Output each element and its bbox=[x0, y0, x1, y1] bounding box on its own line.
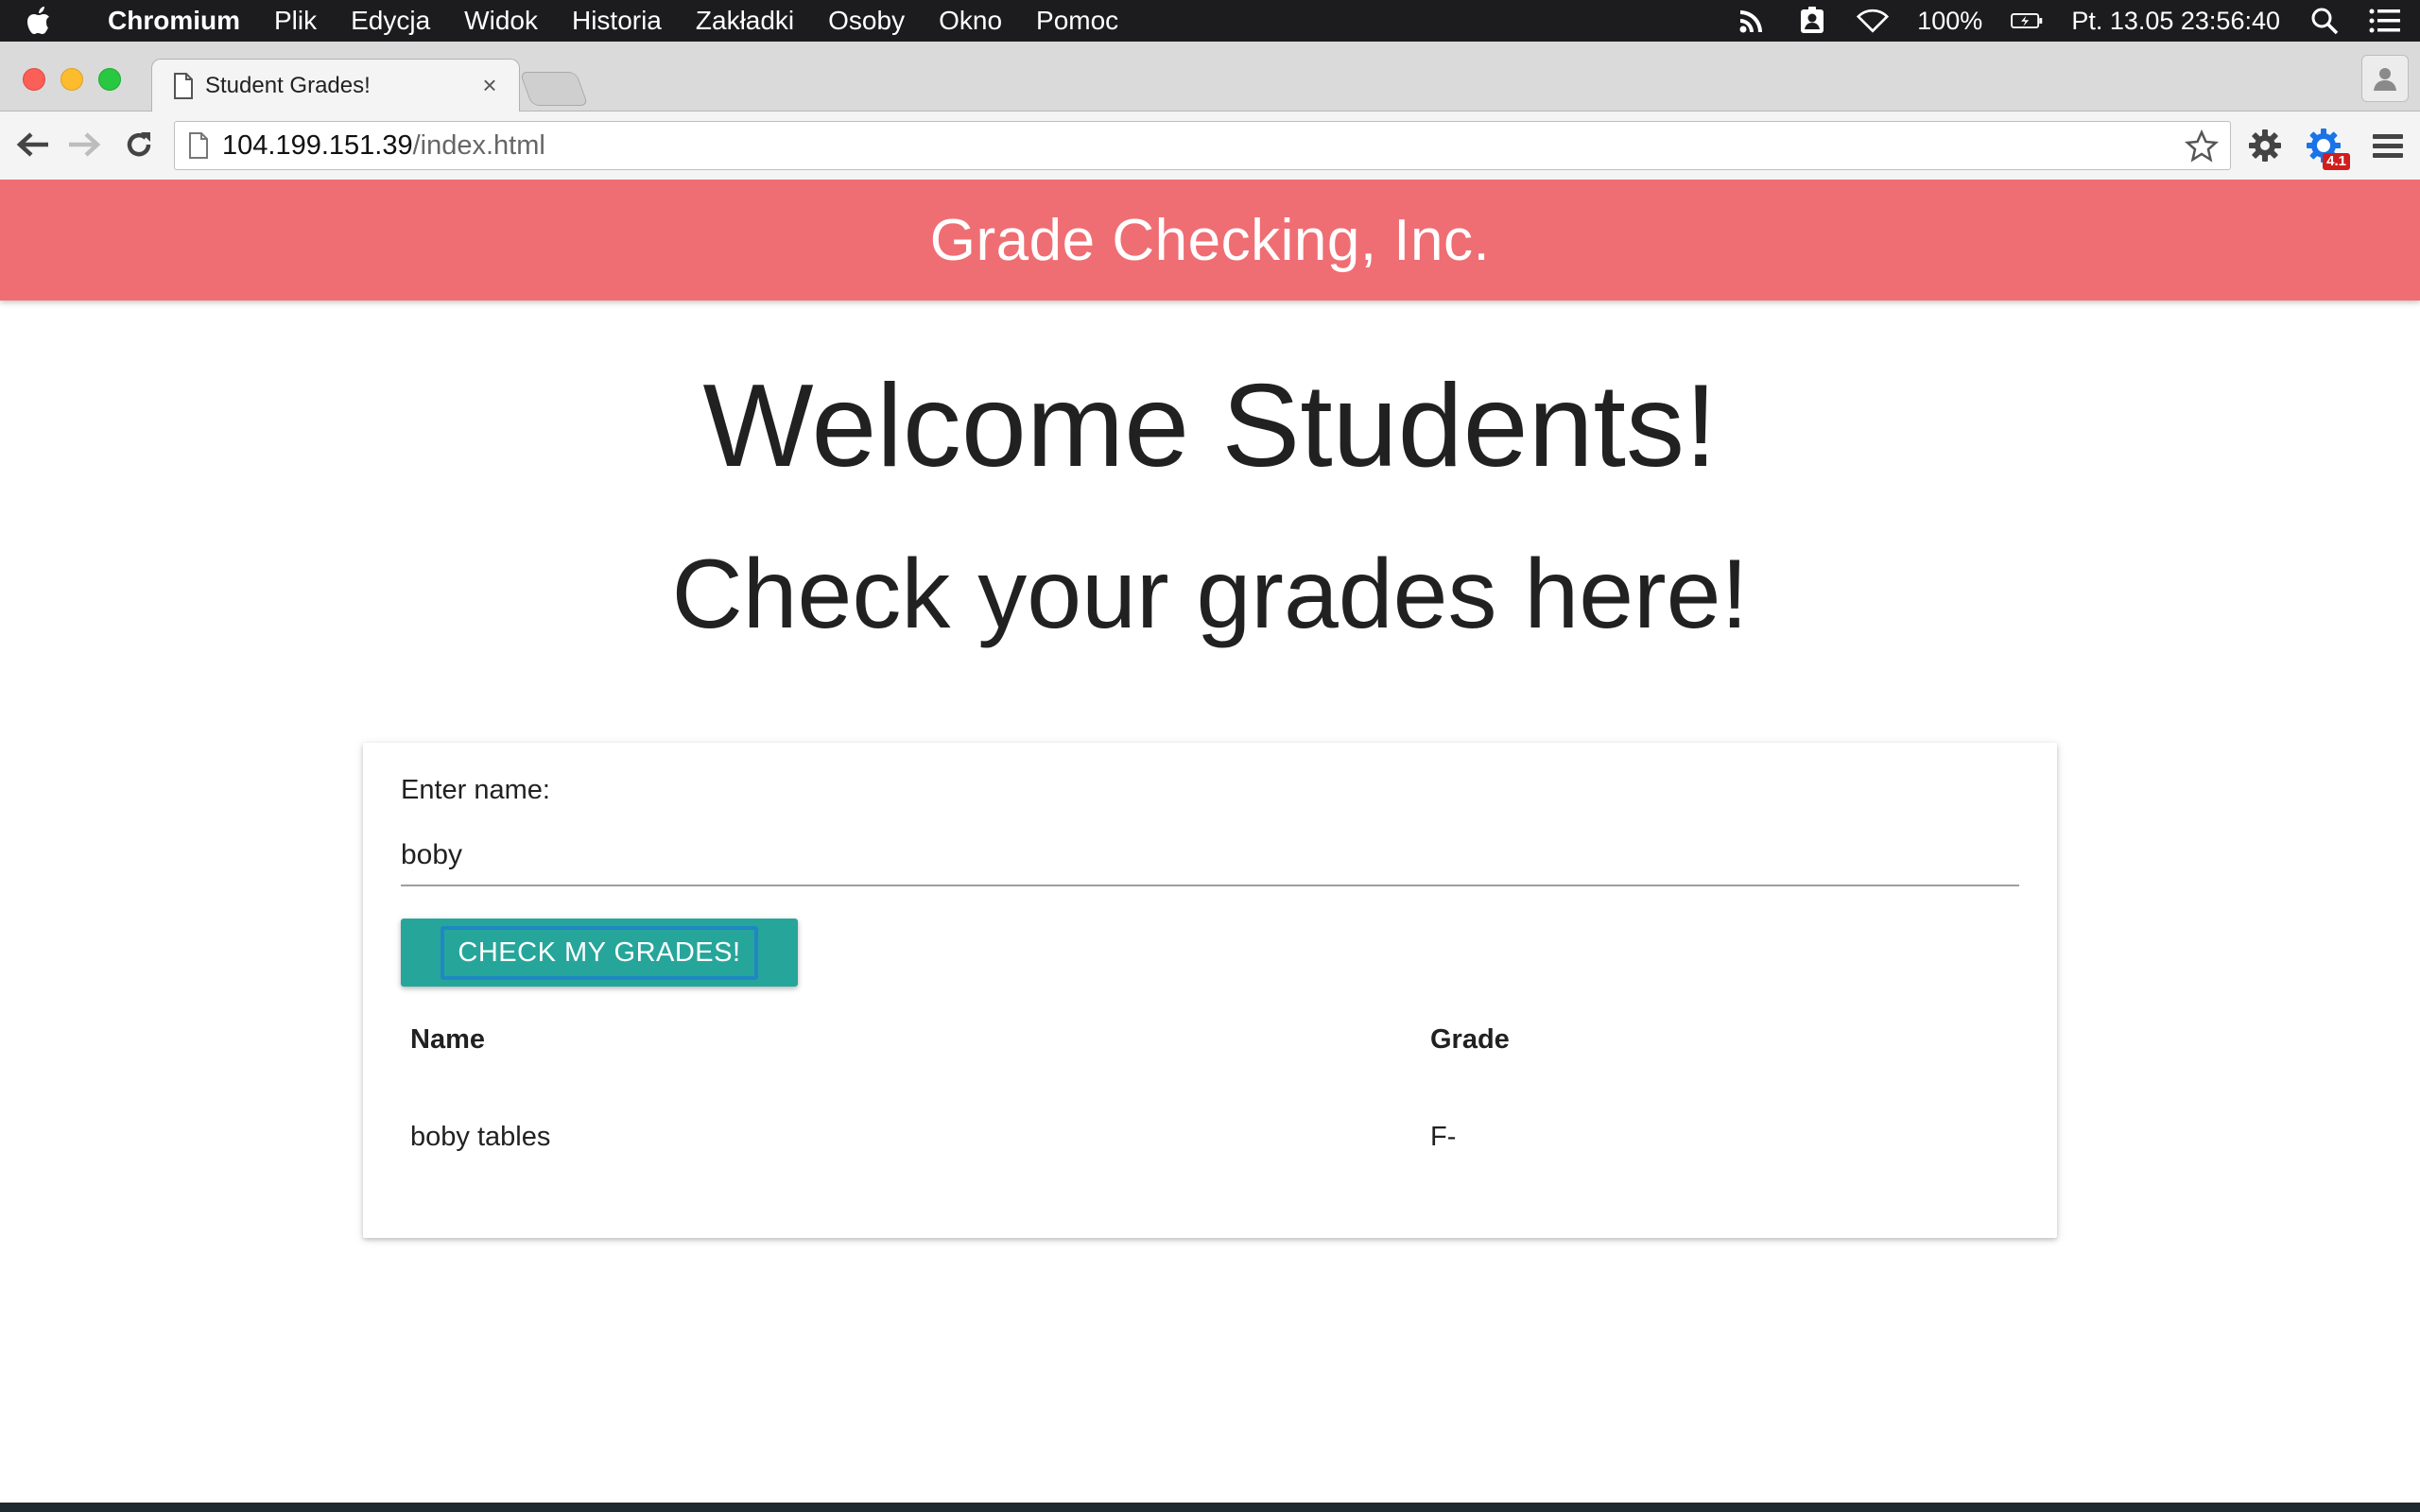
window-controls bbox=[23, 68, 121, 91]
browser-chrome: Student Grades! × 104.199.151.39/index.h… bbox=[0, 42, 2420, 180]
grades-card: Enter name: CHECK MY GRADES! Name Grade … bbox=[363, 743, 2057, 1238]
table-row: boby tables F- bbox=[401, 1093, 2019, 1181]
browser-toolbar: 104.199.151.39/index.html 4.1 bbox=[0, 112, 2420, 180]
table-header-row: Name Grade bbox=[401, 1007, 2019, 1093]
settings-gear-icon[interactable] bbox=[2244, 125, 2286, 166]
menu-widok[interactable]: Widok bbox=[464, 6, 538, 36]
page-icon bbox=[189, 132, 208, 159]
menu-okno[interactable]: Okno bbox=[939, 6, 1002, 36]
profile-icon[interactable] bbox=[2361, 55, 2409, 102]
forward-arrow-icon[interactable] bbox=[64, 125, 104, 164]
back-arrow-icon[interactable] bbox=[13, 125, 53, 164]
menu-edycja[interactable]: Edycja bbox=[351, 6, 430, 36]
check-grades-button-label: CHECK MY GRADES! bbox=[441, 925, 758, 980]
menu-pomoc[interactable]: Pomoc bbox=[1036, 6, 1118, 36]
page-viewport: Grade Checking, Inc. Welcome Students! C… bbox=[0, 180, 2420, 1503]
maximize-window-button[interactable] bbox=[98, 68, 121, 91]
reload-icon[interactable] bbox=[119, 125, 159, 164]
name-field-label: Enter name: bbox=[401, 775, 550, 805]
contacts-icon[interactable] bbox=[1796, 5, 1828, 37]
brand-title[interactable]: Grade Checking, Inc. bbox=[930, 207, 1490, 274]
subtitle-heading: Check your grades here! bbox=[671, 540, 1749, 649]
welcome-heading: Welcome Students! bbox=[702, 361, 1718, 491]
menu-plik[interactable]: Plik bbox=[274, 6, 317, 36]
column-header-name: Name bbox=[410, 1024, 485, 1055]
menu-historia[interactable]: Historia bbox=[572, 6, 662, 36]
spotlight-search-icon[interactable] bbox=[2308, 5, 2341, 37]
battery-icon[interactable] bbox=[2011, 5, 2043, 37]
page-icon bbox=[174, 73, 193, 99]
wifi-icon[interactable] bbox=[1857, 5, 1890, 37]
name-input[interactable] bbox=[401, 826, 2019, 886]
grades-table: Name Grade boby tables F- bbox=[401, 1007, 2019, 1181]
tab-title: Student Grades! bbox=[205, 73, 371, 98]
site-header: Grade Checking, Inc. bbox=[0, 180, 2420, 301]
column-header-grade: Grade bbox=[1430, 1024, 1510, 1055]
desktop-edge bbox=[0, 1503, 2420, 1512]
cell-grade: F- bbox=[1430, 1122, 1457, 1152]
battery-percent: 100% bbox=[1917, 6, 1983, 35]
tab-close-icon[interactable]: × bbox=[477, 71, 502, 99]
menu-app-name[interactable]: Chromium bbox=[108, 6, 240, 36]
url-host: 104.199.151.39 bbox=[222, 129, 413, 161]
close-window-button[interactable] bbox=[23, 68, 45, 91]
tab-student-grades[interactable]: Student Grades! × bbox=[151, 59, 520, 112]
clock[interactable]: Pt. 13.05 23:56:40 bbox=[2071, 7, 2280, 36]
macos-menu-bar: Chromium Plik Edycja Widok Historia Zakł… bbox=[0, 0, 2420, 42]
extension-badge: 4.1 bbox=[2323, 153, 2350, 170]
cell-student-name: boby tables bbox=[410, 1122, 551, 1152]
tab-strip: Student Grades! × bbox=[0, 42, 2420, 112]
minimize-window-button[interactable] bbox=[60, 68, 83, 91]
url-path: /index.html bbox=[412, 129, 545, 161]
extension-icon[interactable]: 4.1 bbox=[2303, 125, 2350, 170]
new-tab-button[interactable] bbox=[519, 72, 589, 106]
notification-center-icon[interactable] bbox=[2369, 5, 2401, 37]
menu-hamburger-icon[interactable] bbox=[2367, 125, 2409, 166]
status-area: 100% Pt. 13.05 23:56:40 bbox=[1736, 0, 2401, 42]
menu-osoby[interactable]: Osoby bbox=[828, 6, 905, 36]
rss-icon[interactable] bbox=[1736, 5, 1768, 37]
apple-menu-icon[interactable] bbox=[26, 7, 78, 35]
bookmark-star-icon[interactable] bbox=[2185, 129, 2219, 163]
address-bar[interactable]: 104.199.151.39/index.html bbox=[174, 121, 2231, 170]
check-grades-button[interactable]: CHECK MY GRADES! bbox=[401, 919, 798, 987]
menu-zakladki[interactable]: Zakładki bbox=[696, 6, 794, 36]
